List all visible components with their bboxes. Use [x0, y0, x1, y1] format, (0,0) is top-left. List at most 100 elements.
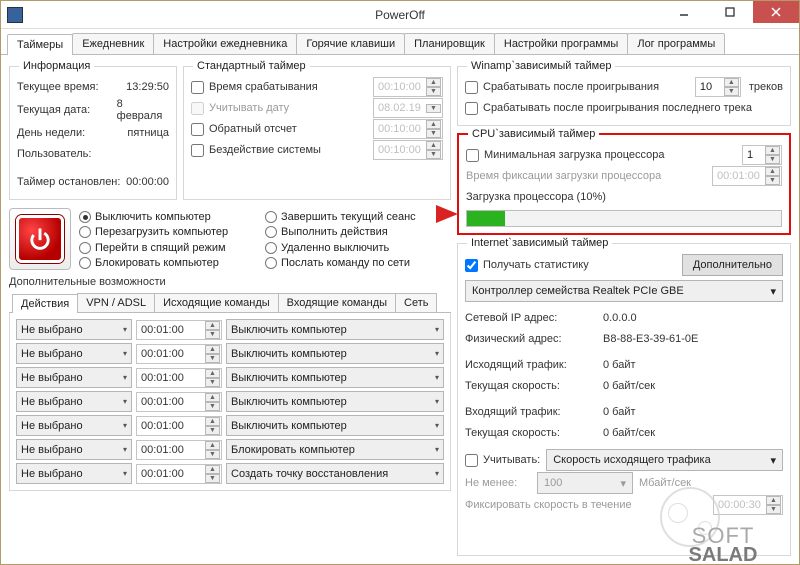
inet-count-combo[interactable]: Скорость исходящего трафика▾ — [546, 449, 783, 471]
action-condition-combo[interactable]: Не выбрано▾ — [16, 415, 132, 436]
tab-diary[interactable]: Ежедневник — [72, 33, 154, 54]
inet-fix-input: 00:00:30▲▼ — [713, 495, 783, 515]
out-value: 0 байт — [603, 359, 636, 371]
tab-log[interactable]: Лог программы — [627, 33, 725, 54]
std-legend: Стандартный таймер — [193, 60, 310, 72]
chevron-down-icon: ▾ — [770, 285, 776, 298]
main-tabs: Таймеры Ежедневник Настройки ежедневника… — [1, 29, 799, 55]
action-condition-combo[interactable]: Не выбрано▾ — [16, 367, 132, 388]
action-condition-combo[interactable]: Не выбрано▾ — [16, 463, 132, 484]
radio-run-actions[interactable]: Выполнить действия — [265, 225, 451, 239]
info-legend: Информация — [19, 60, 94, 72]
stopped-label: Таймер остановлен: — [17, 176, 113, 188]
minimize-button[interactable] — [661, 1, 707, 23]
tab-timers[interactable]: Таймеры — [7, 34, 73, 55]
fire-time-check[interactable]: Время срабатывания — [191, 81, 367, 94]
logo-button[interactable] — [9, 208, 71, 270]
radio-sleep[interactable]: Перейти в спящий режим — [79, 241, 257, 255]
action-action-combo[interactable]: Выключить компьютер▾ — [226, 367, 444, 388]
subtab-outcmd[interactable]: Исходящие команды — [154, 293, 279, 312]
ip-value: 0.0.0.0 — [603, 312, 637, 324]
action-time-input[interactable]: 00:01:00▲▼ — [136, 392, 222, 412]
subtab-incmd[interactable]: Входящие команды — [278, 293, 396, 312]
actions-table: Не выбрано▾00:01:00▲▼Выключить компьютер… — [9, 313, 451, 491]
cpu-load-label: Загрузка процессора (10%) — [466, 191, 606, 203]
tab-diary-settings[interactable]: Настройки ежедневника — [153, 33, 297, 54]
tab-hotkeys[interactable]: Горячие клавиши — [296, 33, 405, 54]
action-time-input[interactable]: 00:01:00▲▼ — [136, 440, 222, 460]
subtab-vpn[interactable]: VPN / ADSL — [77, 293, 155, 312]
inet-stats-check[interactable]: Получать статистику — [465, 259, 589, 272]
radio-net-cmd[interactable]: Послать команду по сети — [265, 256, 451, 270]
outspd-label: Текущая скорость: — [465, 380, 595, 392]
action-time-input[interactable]: 00:01:00▲▼ — [136, 344, 222, 364]
dow-value: пятница — [127, 127, 169, 139]
action-action-combo[interactable]: Создать точку восстановления▾ — [226, 463, 444, 484]
mac-value: B8-88-E3-39-61-0E — [603, 333, 698, 345]
action-time-input[interactable]: 00:01:00▲▼ — [136, 368, 222, 388]
mac-label: Физический адрес: — [465, 333, 595, 345]
cpu-minload-input[interactable]: 1▲▼ — [742, 145, 782, 165]
radio-remote-off[interactable]: Удаленно выключить — [265, 241, 451, 255]
winamp-box: Winamp`зависимый таймер Срабатывать посл… — [457, 60, 791, 126]
action-time-input[interactable]: 00:01:00▲▼ — [136, 464, 222, 484]
out-label: Исходящий трафик: — [465, 359, 595, 371]
action-row: Не выбрано▾00:01:00▲▼Выключить компьютер… — [16, 391, 444, 412]
date-value: 8 февраля — [117, 98, 169, 122]
action-time-input[interactable]: 00:01:00▲▼ — [136, 320, 222, 340]
cpu-minload-check[interactable]: Минимальная загрузка процессора — [466, 149, 664, 162]
action-action-combo[interactable]: Выключить компьютер▾ — [226, 343, 444, 364]
inet-legend: Internet`зависимый таймер — [467, 237, 612, 249]
inet-adapter-value: Контроллер семейства Realtek PCIe GBE — [472, 285, 684, 297]
stopped-value: 00:00:00 — [126, 176, 169, 188]
inspd-value: 0 байт/сек — [603, 427, 655, 439]
maximize-button[interactable] — [707, 1, 753, 23]
use-date-input: 08.02.19▼ — [373, 98, 443, 118]
winamp-after-play-check[interactable]: Срабатывать после проигрывания — [465, 81, 659, 94]
close-button[interactable] — [753, 1, 799, 23]
action-condition-combo[interactable]: Не выбрано▾ — [16, 319, 132, 340]
action-condition-combo[interactable]: Не выбрано▾ — [16, 391, 132, 412]
action-condition-combo[interactable]: Не выбрано▾ — [16, 343, 132, 364]
action-action-combo[interactable]: Выключить компьютер▾ — [226, 391, 444, 412]
countdown-input[interactable]: 00:10:00▲▼ — [373, 119, 443, 139]
extra-legend: Дополнительные возможности — [9, 276, 451, 288]
action-condition-combo[interactable]: Не выбрано▾ — [16, 439, 132, 460]
subtab-net[interactable]: Сеть — [395, 293, 437, 312]
cpu-legend: CPU`зависимый таймер — [468, 128, 599, 140]
app-icon — [7, 7, 23, 23]
radio-reboot[interactable]: Перезагрузить компьютер — [79, 225, 257, 239]
radio-logoff[interactable]: Завершить текущий сеанс — [265, 210, 451, 224]
inet-more-button[interactable]: Дополнительно — [682, 254, 783, 276]
window-title: PowerOff — [375, 8, 425, 22]
winamp-tracks-input[interactable]: 10▲▼ — [695, 77, 741, 97]
dow-label: День недели: — [17, 127, 113, 139]
action-row: Не выбрано▾00:01:00▲▼Выключить компьютер… — [16, 343, 444, 364]
radio-lock[interactable]: Блокировать компьютер — [79, 256, 257, 270]
in-label: Входящий трафик: — [465, 406, 595, 418]
action-action-combo[interactable]: Выключить компьютер▾ — [226, 415, 444, 436]
action-action-combo[interactable]: Блокировать компьютер▾ — [226, 439, 444, 460]
fire-time-input[interactable]: 00:10:00▲▼ — [373, 77, 443, 97]
inet-fix-label: Фиксировать скорость в течение — [465, 499, 632, 511]
radio-shutdown[interactable]: Выключить компьютер — [79, 210, 257, 224]
idle-input[interactable]: 00:10:00▲▼ — [373, 140, 443, 160]
action-action-combo[interactable]: Выключить компьютер▾ — [226, 319, 444, 340]
in-value: 0 байт — [603, 406, 636, 418]
idle-check[interactable]: Бездействие системы — [191, 144, 367, 157]
tab-scheduler[interactable]: Планировщик — [404, 33, 495, 54]
winamp-after-last-check[interactable]: Срабатывать после проигрывания последнег… — [465, 102, 752, 115]
cpu-load-bar — [466, 210, 782, 227]
countdown-check[interactable]: Обратный отсчет — [191, 123, 367, 136]
inet-adapter-combo[interactable]: Контроллер семейства Realtek PCIe GBE ▾ — [465, 280, 783, 302]
cpu-fixtime-label: Время фиксации загрузки процессора — [466, 170, 661, 182]
subtab-actions[interactable]: Действия — [12, 294, 78, 313]
titlebar: PowerOff — [1, 1, 799, 29]
cpu-load-fill — [467, 211, 505, 226]
inet-count-check[interactable]: Учитывать: — [465, 454, 540, 467]
inet-min-combo[interactable]: 100▾ — [537, 472, 633, 494]
inet-min-label: Не менее: — [465, 477, 531, 489]
tab-program-settings[interactable]: Настройки программы — [494, 33, 628, 54]
outspd-value: 0 байт/сек — [603, 380, 655, 392]
action-time-input[interactable]: 00:01:00▲▼ — [136, 416, 222, 436]
